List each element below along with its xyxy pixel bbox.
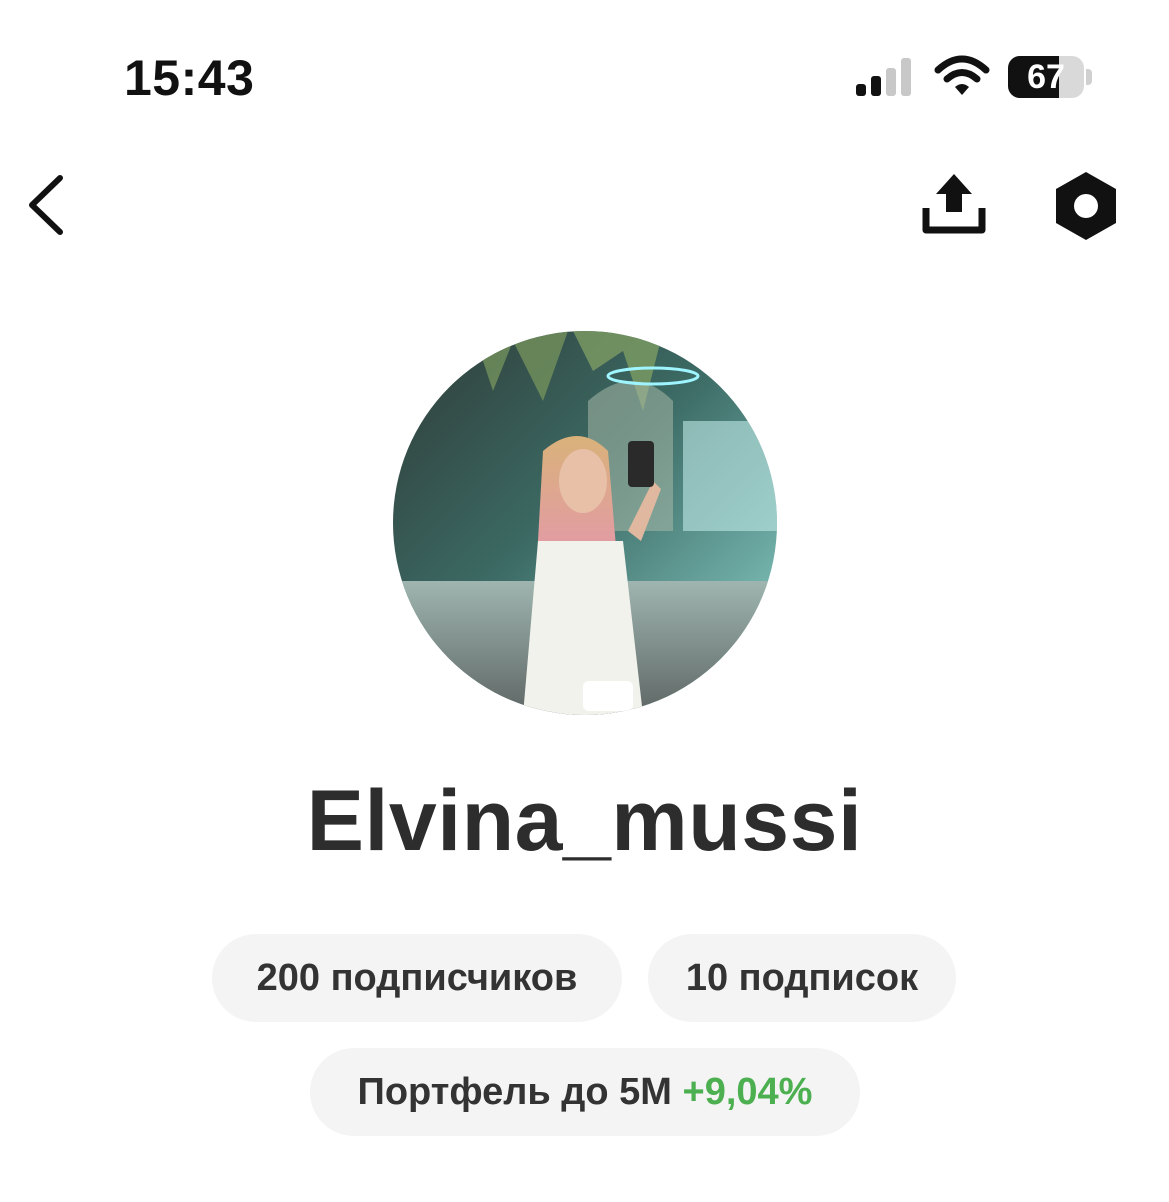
profile-username: Elvina_mussi — [306, 773, 863, 869]
battery-indicator: 67 — [1008, 56, 1084, 98]
status-time: 15:43 — [124, 50, 255, 106]
avatar[interactable] — [393, 331, 777, 715]
share-button[interactable] — [918, 168, 990, 240]
chevron-left-icon — [29, 175, 63, 235]
back-button[interactable] — [18, 170, 78, 240]
portfolio-label: Портфель до 5М — [357, 1071, 683, 1113]
settings-button[interactable] — [1050, 168, 1122, 244]
wifi-icon — [934, 55, 990, 95]
portfolio-button[interactable]: Портфель до 5М +9,04% — [310, 1048, 860, 1136]
cellular-signal-icon — [856, 58, 916, 96]
battery-cap — [1086, 69, 1092, 85]
share-upload-icon — [922, 174, 986, 234]
following-button[interactable]: 10 подписок — [648, 934, 956, 1022]
battery-level: 67 — [1027, 58, 1065, 96]
portfolio-change: +9,04% — [682, 1071, 813, 1113]
followers-button[interactable]: 200 подписчиков — [212, 934, 622, 1022]
hexagon-settings-icon — [1056, 172, 1116, 240]
